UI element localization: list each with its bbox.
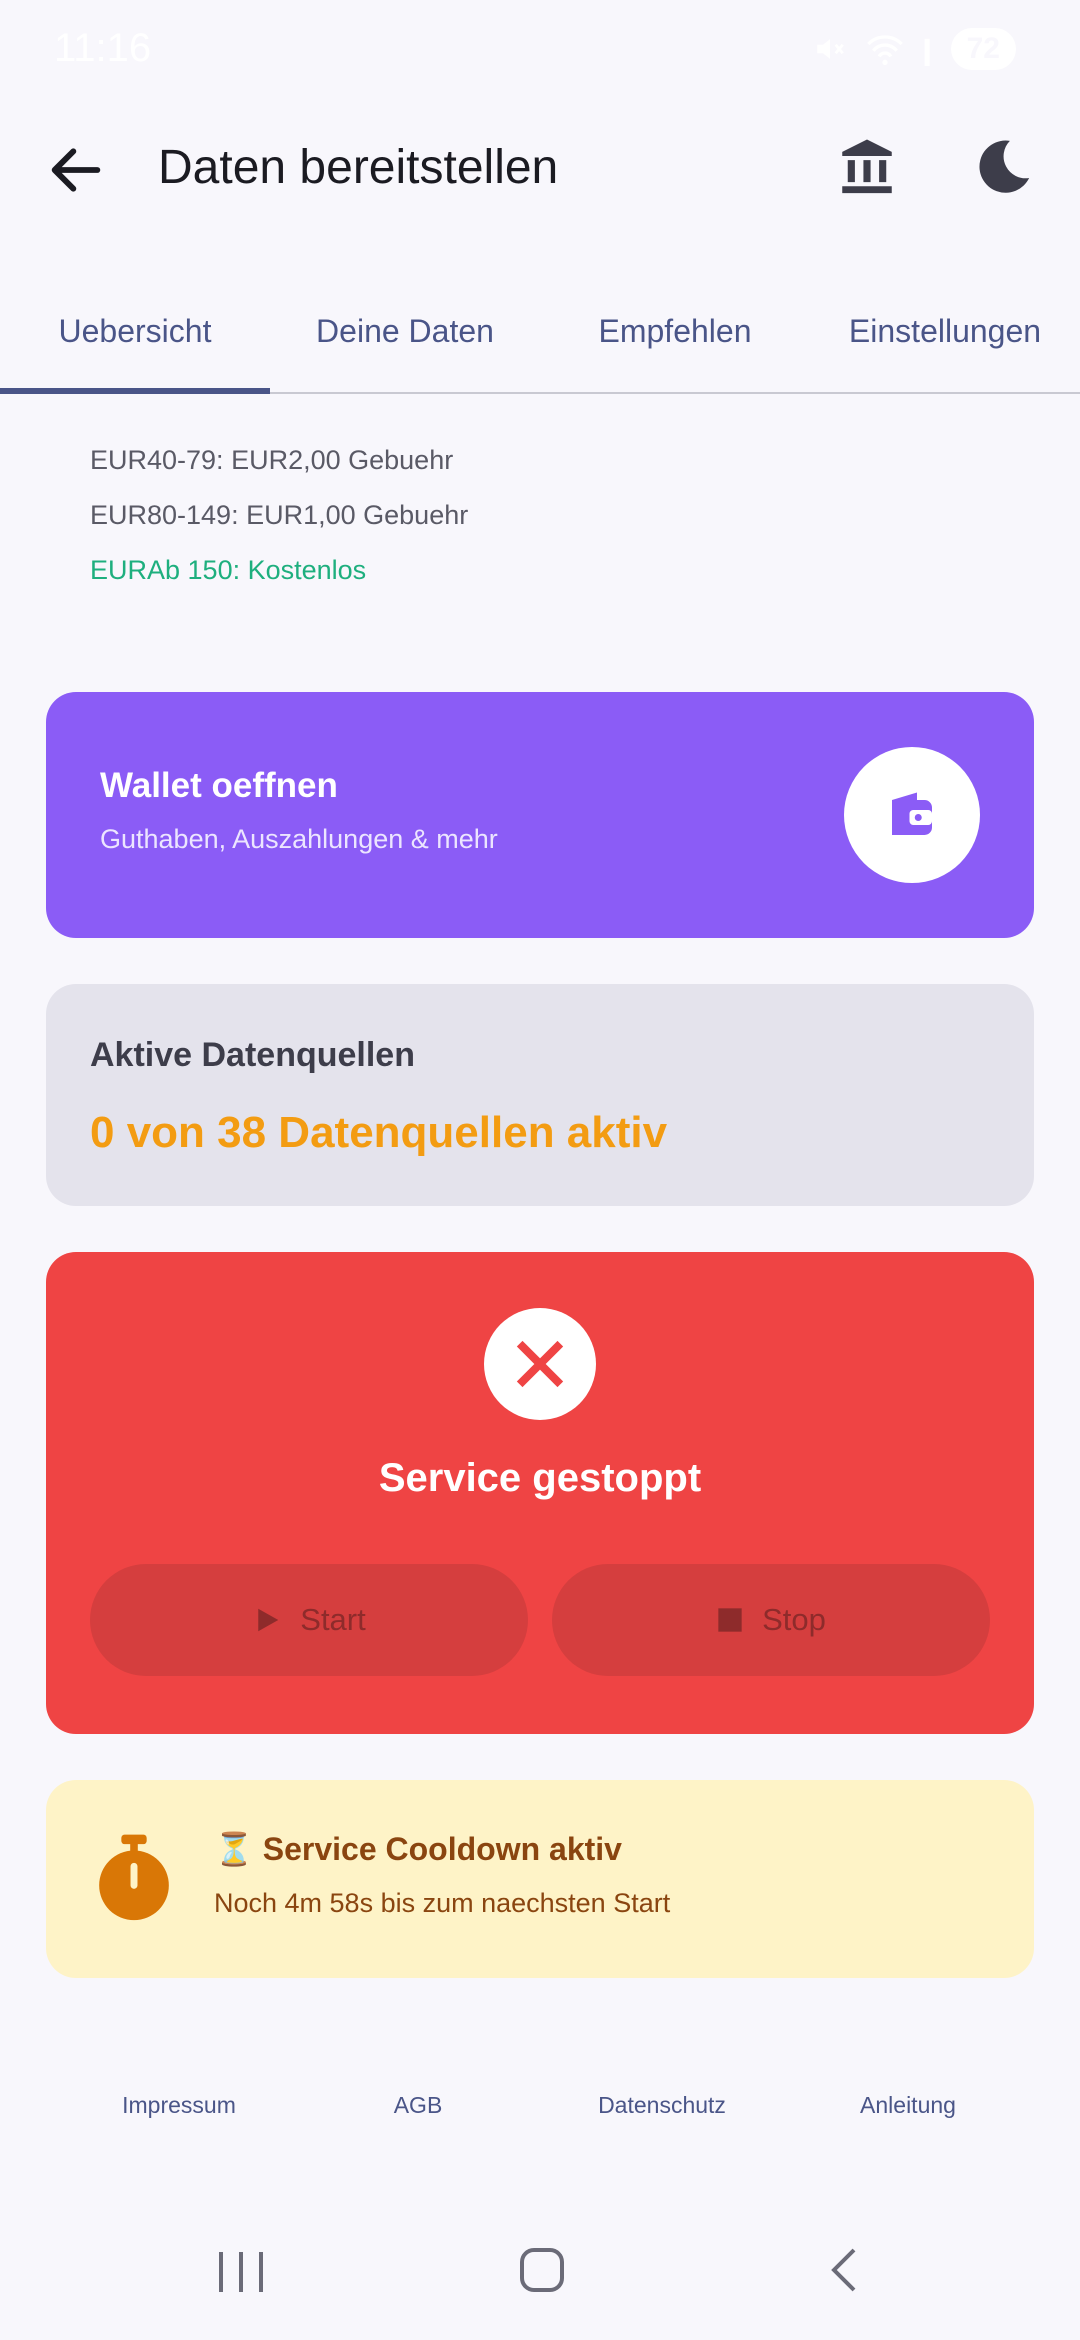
fee-item-free: EURAb 150: Kostenlos (90, 555, 367, 585)
cooldown-subtitle: Noch 4m 58s bis zum naechsten Start (214, 1888, 671, 1918)
moon-icon (979, 140, 1030, 193)
wallet-subtitle: Guthaben, Auszahlungen & mehr (100, 824, 498, 854)
link-impressum[interactable]: Impressum (122, 2092, 236, 2119)
link-datenschutz[interactable]: Datenschutz (598, 2092, 726, 2119)
stop-icon (718, 1608, 742, 1632)
stop-label: Stop (762, 1602, 826, 1637)
tab-bar: Uebersicht Deine Daten Empfehlen Einstel… (0, 270, 1080, 394)
app-bar: Daten bereitstellen (0, 110, 1080, 230)
recent-apps-button[interactable] (201, 2236, 281, 2306)
recent-apps-icon (219, 2252, 263, 2292)
bank-icon (842, 139, 892, 194)
wallet-card[interactable]: Wallet oeffnen Guthaben, Auszahlungen & … (46, 692, 1034, 938)
active-sources-card: Aktive Datenquellen 0 von 38 Datenquelle… (46, 984, 1034, 1206)
close-icon (516, 1340, 564, 1388)
footer-links: Impressum AGB Datenschutz Anleitung (0, 2092, 1080, 2136)
tab-label: Uebersicht (58, 313, 212, 349)
back-button[interactable] (44, 138, 108, 202)
signal-icon (924, 38, 930, 66)
tab-label: Empfehlen (598, 313, 752, 349)
home-button[interactable] (502, 2236, 582, 2306)
dark-mode-button[interactable] (970, 134, 1036, 200)
fee-item: EUR40-79: EUR2,00 Gebuehr (90, 445, 454, 475)
tab-empfehlen[interactable]: Empfehlen (540, 270, 810, 392)
system-back-button[interactable] (806, 2236, 886, 2306)
start-button[interactable]: Start (90, 1564, 528, 1676)
wifi-icon (866, 35, 903, 65)
service-status-icon (484, 1308, 596, 1420)
cooldown-title: ⏳ Service Cooldown aktiv (214, 1831, 622, 1867)
start-label: Start (300, 1602, 366, 1637)
service-status-card: Service gestoppt Start Stop (46, 1252, 1034, 1734)
link-anleitung[interactable]: Anleitung (860, 2092, 956, 2119)
fee-item: EUR80-149: EUR1,00 Gebuehr (90, 500, 469, 530)
play-icon (258, 1608, 279, 1632)
mute-icon (816, 39, 844, 59)
home-icon (520, 2248, 564, 2292)
sources-count: 0 von 38 Datenquellen aktiv (90, 1108, 668, 1157)
wallet-button[interactable] (844, 747, 980, 883)
status-bar: 11:16 72 (0, 0, 1080, 100)
back-arrow-icon (51, 148, 101, 192)
battery-icon: 72 (950, 28, 1016, 70)
tab-label: Einstellungen (848, 313, 1042, 349)
sources-title: Aktive Datenquellen (90, 1036, 415, 1074)
wallet-icon (892, 792, 932, 835)
system-back-icon (831, 2248, 856, 2292)
tab-einstellungen[interactable]: Einstellungen (810, 270, 1080, 392)
system-nav-bar (0, 2200, 1080, 2340)
tab-deine-daten[interactable]: Deine Daten (270, 270, 540, 392)
stopwatch-icon (99, 1834, 169, 1921)
tab-label: Deine Daten (316, 313, 494, 349)
bank-button[interactable] (834, 134, 900, 200)
app-screen: 11:16 72 Daten bereitstellen Uebersicht … (0, 0, 1080, 2340)
tab-uebersicht[interactable]: Uebersicht (0, 270, 270, 394)
page-title: Daten bereitstellen (158, 141, 559, 194)
link-agb[interactable]: AGB (394, 2092, 443, 2119)
service-status-text: Service gestoppt (378, 1456, 702, 1500)
stop-button[interactable]: Stop (552, 1564, 990, 1676)
status-time: 11:16 (54, 26, 152, 70)
status-icons: 72 (813, 28, 1016, 70)
cooldown-card: ⏳ Service Cooldown aktiv Noch 4m 58s bis… (46, 1780, 1034, 1978)
wallet-title: Wallet oeffnen (100, 766, 338, 805)
fee-list: EUR40-79: EUR2,00 Gebuehr EUR80-149: EUR… (90, 440, 468, 605)
